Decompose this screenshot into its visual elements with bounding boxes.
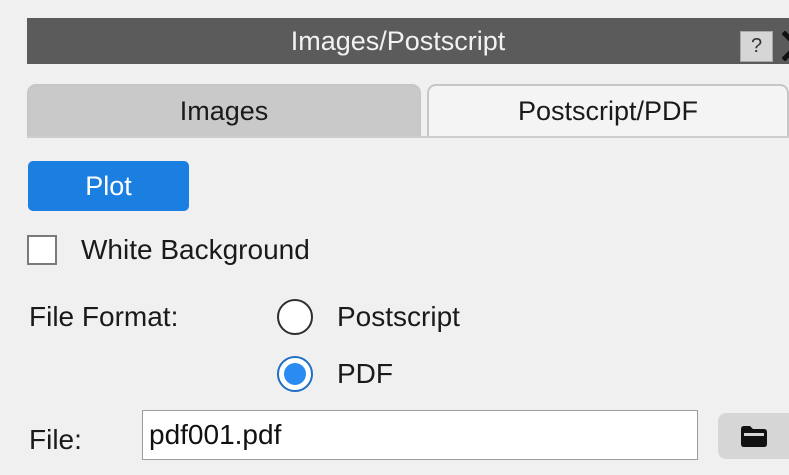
radio-selected-dot: [284, 363, 306, 385]
tab-bar: Images Postscript/PDF: [27, 84, 789, 138]
title-bar[interactable]: Images/Postscript ?: [27, 18, 789, 64]
white-background-label: White Background: [81, 234, 310, 265]
folder-icon: [740, 426, 767, 447]
file-label: File:: [29, 424, 82, 455]
file-name-input[interactable]: [142, 410, 698, 460]
plot-button[interactable]: Plot: [28, 161, 189, 211]
format-option-postscript[interactable]: Postscript: [277, 297, 460, 337]
postscript-pdf-panel: Plot White Background File Format: Posts…: [27, 138, 789, 475]
tab-postscript-pdf[interactable]: Postscript/PDF: [427, 84, 789, 136]
window-title: Images/Postscript: [290, 25, 506, 56]
pdf-radio[interactable]: [277, 356, 313, 392]
close-button[interactable]: [777, 26, 789, 66]
format-option-pdf[interactable]: PDF: [277, 354, 393, 394]
postscript-radio-label: Postscript: [337, 301, 460, 332]
close-icon: [781, 31, 789, 61]
white-background-option[interactable]: White Background: [27, 230, 310, 270]
pdf-radio-label: PDF: [337, 358, 393, 389]
help-button[interactable]: ?: [740, 31, 773, 62]
file-format-label: File Format:: [29, 301, 179, 332]
postscript-radio[interactable]: [277, 299, 313, 335]
tab-images[interactable]: Images: [27, 84, 421, 136]
white-background-checkbox[interactable]: [27, 235, 57, 265]
browse-file-button[interactable]: [718, 413, 789, 459]
images-postscript-dialog: Images/Postscript ? Images Postscript/PD…: [0, 0, 789, 475]
